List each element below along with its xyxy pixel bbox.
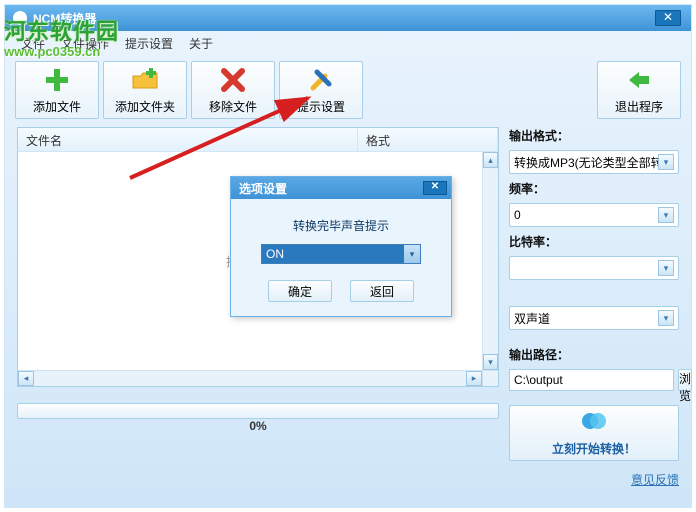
app-logo-icon xyxy=(13,11,27,25)
list-header: 文件名 格式 xyxy=(18,128,498,152)
start-label: 立刻开始转换！ xyxy=(552,440,636,457)
menu-file-ops[interactable]: 文件操作 xyxy=(55,33,115,54)
sound-hint-value: ON xyxy=(262,247,404,261)
scroll-corner xyxy=(482,370,498,386)
titlebar: NCM转换器 ✕ xyxy=(5,5,691,31)
remove-icon xyxy=(219,66,247,94)
right-column: 输出格式： 转换成MP3(无论类型全部转换 ▾ 频率： 0 ▾ 比特率： ▾ 双… xyxy=(509,127,679,488)
horizontal-scrollbar[interactable]: ◂ ▸ xyxy=(18,370,482,386)
chevron-down-icon: ▾ xyxy=(658,207,674,223)
samplerate-select[interactable]: 0 ▾ xyxy=(509,203,679,227)
scroll-down-icon[interactable]: ▾ xyxy=(483,354,498,370)
hint-settings-label: 提示设置 xyxy=(297,98,345,115)
folder-plus-icon xyxy=(131,66,159,94)
channel-value: 双声道 xyxy=(514,310,658,327)
exit-label: 退出程序 xyxy=(615,98,663,115)
dialog-prompt: 转换完毕声音提示 xyxy=(293,217,389,234)
close-icon[interactable]: ✕ xyxy=(655,10,681,26)
remove-file-button[interactable]: 移除文件 xyxy=(191,61,275,119)
menu-about[interactable]: 关于 xyxy=(183,33,219,54)
add-folder-label: 添加文件夹 xyxy=(115,98,175,115)
chevron-down-icon: ▾ xyxy=(658,310,674,326)
output-path-input[interactable] xyxy=(509,369,674,391)
start-convert-button[interactable]: 立刻开始转换！ xyxy=(509,405,679,461)
chevron-down-icon: ▾ xyxy=(658,154,674,170)
bitrate-label: 比特率： xyxy=(509,233,679,250)
add-folder-button[interactable]: 添加文件夹 xyxy=(103,61,187,119)
convert-icon xyxy=(580,409,608,436)
add-file-label: 添加文件 xyxy=(33,98,81,115)
hint-settings-button[interactable]: 提示设置 xyxy=(279,61,363,119)
scroll-left-icon[interactable]: ◂ xyxy=(18,371,34,386)
add-file-button[interactable]: 添加文件 xyxy=(15,61,99,119)
menu-file[interactable]: 文件 xyxy=(15,33,51,54)
browse-button[interactable]: 浏览 xyxy=(678,369,692,391)
remove-file-label: 移除文件 xyxy=(209,98,257,115)
progress-text: 0% xyxy=(17,419,499,433)
dialog-ok-button[interactable]: 确定 xyxy=(268,280,332,302)
column-format[interactable]: 格式 xyxy=(358,128,498,151)
samplerate-label: 频率： xyxy=(509,180,679,197)
output-path-label: 输出路径： xyxy=(509,346,679,363)
exit-button[interactable]: 退出程序 xyxy=(597,61,681,119)
bitrate-select[interactable]: ▾ xyxy=(509,256,679,280)
output-format-value: 转换成MP3(无论类型全部转换 xyxy=(514,154,658,171)
dialog-titlebar: 选项设置 ✕ xyxy=(231,177,451,199)
chevron-down-icon: ▾ xyxy=(404,245,420,263)
column-filename[interactable]: 文件名 xyxy=(18,128,358,151)
toolbar: 添加文件 添加文件夹 移除文件 提示设置 退出程序 xyxy=(5,55,691,127)
scroll-right-icon[interactable]: ▸ xyxy=(466,371,482,386)
menubar: 文件 文件操作 提示设置 关于 xyxy=(5,31,691,55)
tools-icon xyxy=(307,66,335,94)
scroll-up-icon[interactable]: ▴ xyxy=(483,152,498,168)
samplerate-value: 0 xyxy=(514,208,658,222)
progress-row: 0% xyxy=(17,401,499,421)
vertical-scrollbar[interactable]: ▴ ▾ xyxy=(482,152,498,370)
dialog-title: 选项设置 xyxy=(239,180,287,197)
chevron-down-icon: ▾ xyxy=(658,260,674,276)
output-format-select[interactable]: 转换成MP3(无论类型全部转换 ▾ xyxy=(509,150,679,174)
output-format-label: 输出格式： xyxy=(509,127,679,144)
sound-hint-select[interactable]: ON ▾ xyxy=(261,244,421,264)
plus-icon xyxy=(43,66,71,94)
dialog-close-icon[interactable]: ✕ xyxy=(423,181,447,195)
progress-bar xyxy=(17,403,499,419)
channel-select[interactable]: 双声道 ▾ xyxy=(509,306,679,330)
options-dialog: 选项设置 ✕ 转换完毕声音提示 ON ▾ 确定 返回 xyxy=(230,176,452,317)
feedback-link[interactable]: 意见反馈 xyxy=(509,471,679,488)
menu-hint-settings[interactable]: 提示设置 xyxy=(119,33,179,54)
dialog-back-button[interactable]: 返回 xyxy=(350,280,414,302)
window-title: NCM转换器 xyxy=(33,10,96,27)
exit-icon xyxy=(625,66,653,94)
